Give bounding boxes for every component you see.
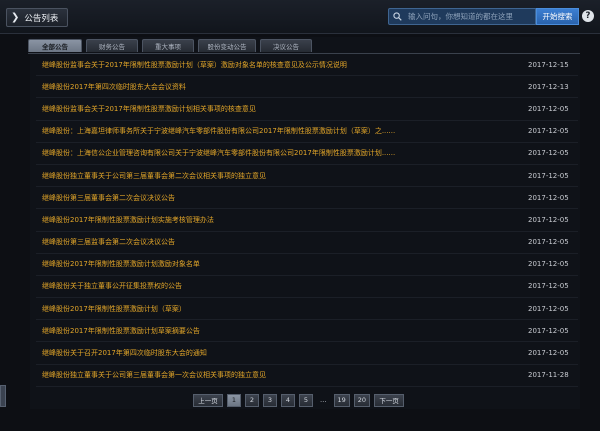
announcement-date: 2017-12-05: [528, 349, 569, 358]
help-icon[interactable]: ?: [582, 10, 594, 22]
announcement-title[interactable]: 继峰股份2017年第四次临时股东大会会议资料: [36, 82, 528, 92]
tab-share-changes[interactable]: 股份变动公告: [198, 39, 256, 52]
prev-page-button[interactable]: 上一页: [193, 393, 223, 407]
list-item[interactable]: 继峰股份监事会关于2017年限制性股票激励计划相关事项的核查意见 2017-12-…: [36, 98, 578, 121]
announcement-date: 2017-11-28: [528, 371, 569, 380]
tab-all-announcements[interactable]: 全部公告: [28, 39, 82, 52]
announcement-title[interactable]: 继峰股份第三届董事会第二次会议决议公告: [36, 193, 528, 203]
announcement-date: 2017-12-05: [528, 260, 569, 269]
announcement-title[interactable]: 继峰股份：上海信公企业管理咨询有限公司关于宁波继峰汽车零部件股份有限公司2017…: [36, 148, 528, 158]
tab-resolutions[interactable]: 决议公告: [260, 39, 312, 52]
announcement-title[interactable]: 继峰股份：上海嘉坦律师事务所关于宁波继峰汽车零部件股份有限公司2017年限制性股…: [36, 126, 528, 136]
list-item[interactable]: 继峰股份2017年限制性股票激励计划实施考核管理办法 2017-12-05: [36, 209, 578, 232]
announcement-date: 2017-12-05: [528, 282, 569, 291]
list-item[interactable]: 继峰股份第三届董事会第二次会议决议公告 2017-12-05: [36, 187, 578, 210]
next-page-button[interactable]: 下一页: [374, 393, 405, 407]
announcement-date: 2017-12-05: [528, 171, 569, 180]
search-box[interactable]: [388, 8, 536, 25]
page-button-3[interactable]: 3: [263, 393, 277, 407]
announcement-title[interactable]: 继峰股份2017年限制性股票激励计划（草案）: [36, 304, 528, 314]
page-button-20[interactable]: 20: [353, 393, 371, 407]
side-collapse-handle[interactable]: [0, 385, 6, 407]
announcement-date: 2017-12-15: [528, 60, 569, 69]
page-button-19[interactable]: 19: [333, 393, 350, 407]
page-title: 公告列表: [24, 13, 59, 24]
list-item[interactable]: 继峰股份2017年限制性股票激励计划草案摘要公告 2017-12-05: [36, 320, 578, 343]
announcement-title[interactable]: 继峰股份独立董事关于公司第三届董事会第二次会议相关事项的独立意见: [36, 171, 528, 181]
list-item[interactable]: 继峰股份监事会关于2017年限制性股票激励计划（草案）激励对象名单的核查意见及公…: [36, 54, 578, 77]
list-item[interactable]: 继峰股份独立董事关于公司第三届董事会第二次会议相关事项的独立意见 2017-12-…: [36, 165, 578, 188]
pagination-ellipsis: …: [320, 396, 327, 404]
announcement-date: 2017-12-13: [528, 82, 569, 91]
chevron-right-icon: ❯: [11, 12, 20, 23]
list-item[interactable]: 继峰股份：上海嘉坦律师事务所关于宁波继峰汽车零部件股份有限公司2017年限制性股…: [36, 121, 578, 143]
page-button-5[interactable]: 5: [299, 393, 313, 407]
tab-financial[interactable]: 财务公告: [86, 39, 138, 52]
search-button[interactable]: 开始搜索: [536, 8, 579, 25]
announcement-date: 2017-12-05: [528, 149, 569, 158]
announcement-date: 2017-12-05: [528, 104, 569, 113]
page-button-2[interactable]: 2: [245, 393, 259, 407]
list-item[interactable]: 继峰股份2017年第四次临时股东大会会议资料 2017-12-13: [36, 76, 578, 99]
announcement-date: 2017-12-05: [528, 127, 569, 136]
search-icon: [393, 12, 402, 21]
search-input[interactable]: [408, 12, 532, 21]
tab-major-events[interactable]: 重大事项: [142, 39, 194, 52]
announcement-title[interactable]: 继峰股份监事会关于2017年限制性股票激励计划（草案）激励对象名单的核查意见及公…: [36, 60, 528, 70]
list-item[interactable]: 继峰股份第三届监事会第二次会议决议公告 2017-12-05: [36, 232, 578, 254]
page-button-1[interactable]: 1: [227, 393, 241, 407]
announcement-title[interactable]: 继峰股份关于召开2017年第四次临时股东大会的通知: [36, 348, 528, 358]
pagination: 上一页 1 2 3 4 5 … 19 20 下一页: [193, 393, 408, 407]
category-tabs: 全部公告 财务公告 重大事项 股份变动公告 决议公告: [28, 39, 316, 53]
list-item[interactable]: 继峰股份关于召开2017年第四次临时股东大会的通知 2017-12-05: [36, 342, 578, 365]
announcement-title[interactable]: 继峰股份第三届监事会第二次会议决议公告: [36, 237, 528, 247]
list-item[interactable]: 继峰股份2017年限制性股票激励计划（草案） 2017-12-05: [36, 298, 578, 321]
announcement-date: 2017-12-05: [528, 326, 569, 335]
list-item[interactable]: 继峰股份2017年限制性股票激励计划激励对象名单 2017-12-05: [36, 254, 578, 276]
page-button-4[interactable]: 4: [281, 393, 295, 407]
list-item[interactable]: 继峰股份关于独立董事公开征集投票权的公告 2017-12-05: [36, 276, 578, 299]
list-item[interactable]: 继峰股份：上海信公企业管理咨询有限公司关于宁波继峰汽车零部件股份有限公司2017…: [36, 143, 578, 165]
announcement-title[interactable]: 继峰股份2017年限制性股票激励计划激励对象名单: [36, 259, 528, 269]
announcement-title[interactable]: 继峰股份关于独立董事公开征集投票权的公告: [36, 281, 528, 291]
list-item[interactable]: 继峰股份独立董事关于公司第三届董事会第一次会议相关事项的独立意见 2017-11-…: [36, 365, 578, 387]
announcement-title[interactable]: 继峰股份独立董事关于公司第三届董事会第一次会议相关事项的独立意见: [36, 370, 528, 380]
announcement-date: 2017-12-05: [528, 193, 569, 202]
announcement-list: 继峰股份监事会关于2017年限制性股票激励计划（草案）激励对象名单的核查意见及公…: [36, 54, 578, 387]
announcement-date: 2017-12-05: [528, 238, 569, 247]
announcement-date: 2017-12-05: [528, 215, 569, 224]
announcement-title[interactable]: 继峰股份监事会关于2017年限制性股票激励计划相关事项的核查意见: [36, 104, 528, 114]
announcement-date: 2017-12-05: [528, 304, 569, 313]
announcement-title[interactable]: 继峰股份2017年限制性股票激励计划草案摘要公告: [36, 326, 528, 336]
page-title-box: ❯ 公告列表: [6, 8, 68, 27]
announcement-title[interactable]: 继峰股份2017年限制性股票激励计划实施考核管理办法: [36, 215, 528, 225]
